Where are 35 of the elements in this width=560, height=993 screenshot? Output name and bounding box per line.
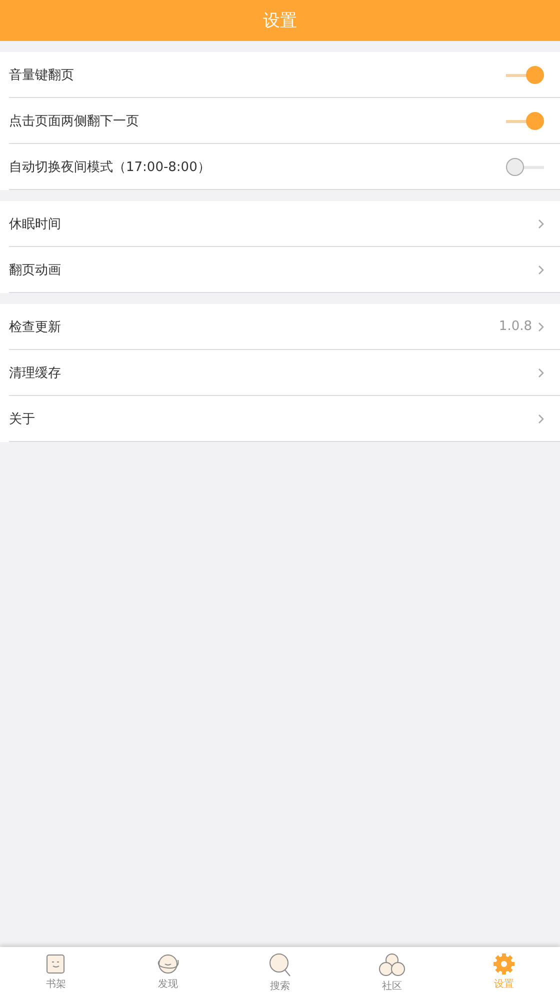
row-label: 点击页面两侧翻下一页: [9, 112, 140, 130]
book-face-icon: [45, 953, 67, 975]
version-text: 1.0.8: [498, 319, 532, 334]
settings-row[interactable]: 休眠时间: [9, 201, 560, 247]
chevron-icon: [538, 264, 544, 274]
planet-icon: [156, 953, 180, 975]
settings-row[interactable]: 自动切换夜间模式（17:00-8:00）: [9, 144, 560, 190]
page-title: 设置: [263, 10, 297, 32]
settings-icon: [493, 953, 515, 975]
search-icon: [268, 953, 292, 977]
toggle-switch[interactable]: [506, 112, 544, 130]
faces-icon: [378, 953, 406, 977]
tab-item[interactable]: 书架: [0, 947, 112, 993]
chevron-icon: [538, 414, 544, 424]
settings-row[interactable]: 音量键翻页: [9, 52, 560, 98]
toggle-switch[interactable]: [506, 158, 544, 176]
chevron-icon: [538, 218, 544, 228]
settings-row[interactable]: 翻页动画: [9, 247, 560, 293]
row-label: 自动切换夜间模式（17:00-8:00）: [9, 158, 212, 176]
chevron-icon: [538, 368, 544, 378]
settings-row[interactable]: 关于: [9, 396, 560, 442]
row-label: 检查更新: [9, 318, 62, 336]
tab-item[interactable]: 社区: [336, 947, 448, 993]
chevron-icon: [538, 322, 544, 332]
settings-row[interactable]: 点击页面两侧翻下一页: [9, 98, 560, 144]
settings-row[interactable]: 检查更新 1.0.8: [9, 304, 560, 350]
settings-row[interactable]: 清理缓存: [9, 350, 560, 396]
tab-item[interactable]: 搜索: [224, 947, 336, 993]
tab-item[interactable]: 发现: [112, 947, 224, 993]
toggle-switch[interactable]: [506, 66, 544, 84]
row-label: 休眠时间: [9, 216, 62, 232]
row-label: 清理缓存: [9, 364, 62, 382]
row-label: 翻页动画: [9, 262, 62, 278]
row-label: 关于: [9, 410, 36, 428]
row-label: 音量键翻页: [9, 66, 75, 84]
